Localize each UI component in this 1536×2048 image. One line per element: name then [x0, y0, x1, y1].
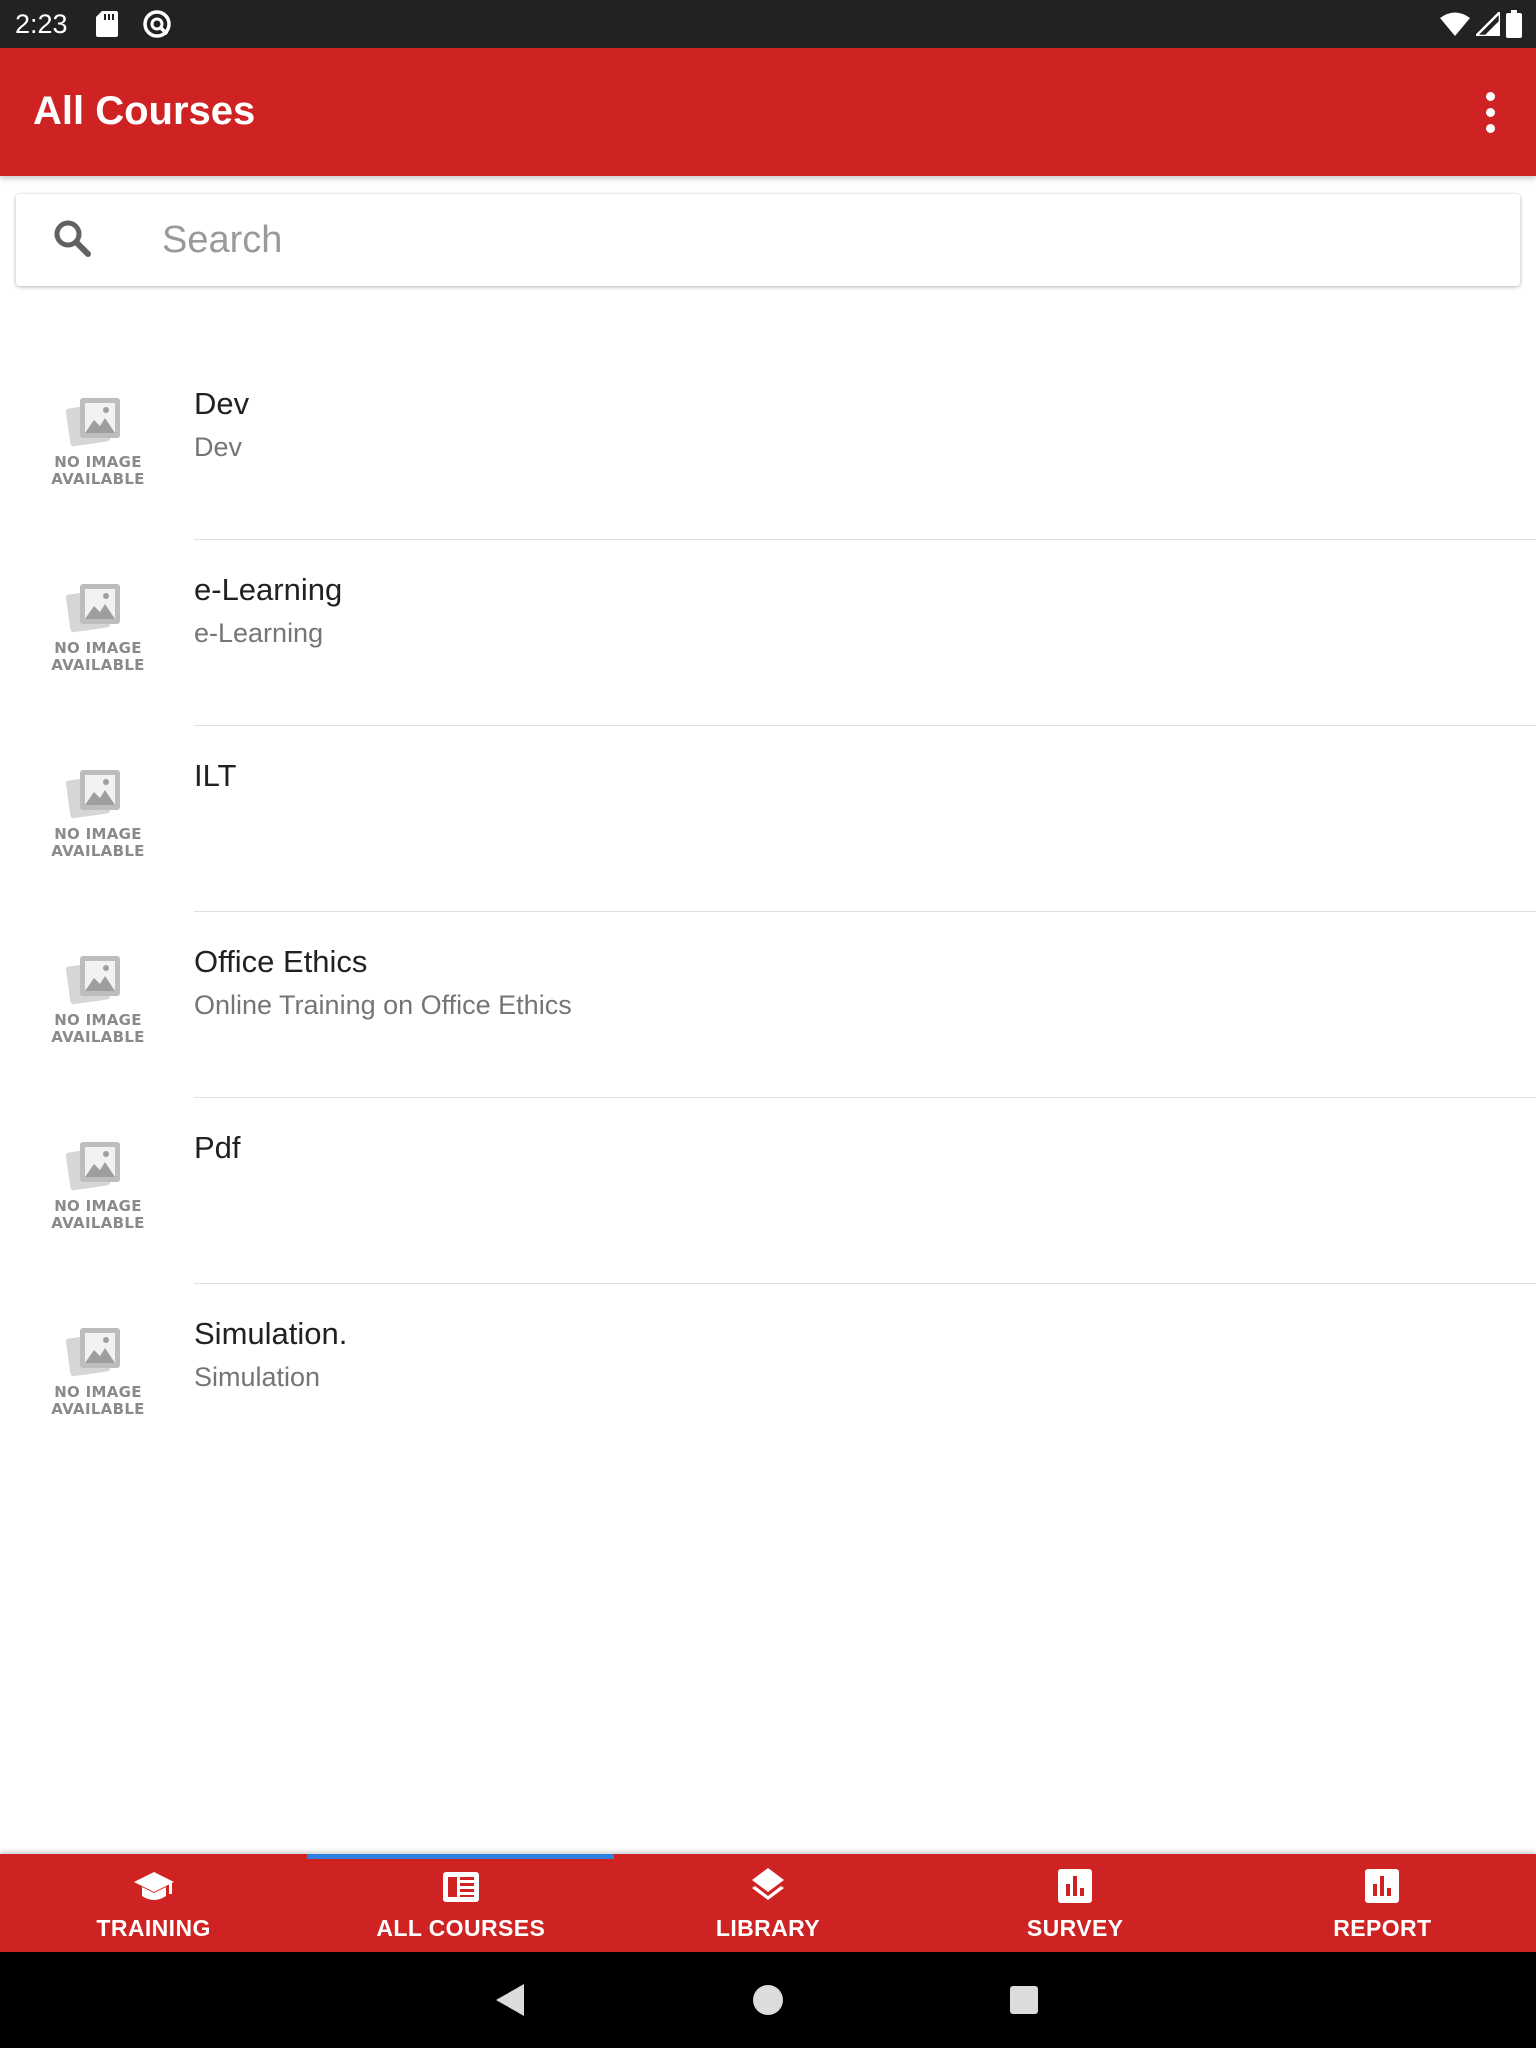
layers-icon: [751, 1868, 784, 1900]
course-item-ilt[interactable]: NO IMAGE AVAILABLE ILT: [0, 726, 1536, 912]
sd-card-icon: [96, 11, 118, 37]
no-image-line2: AVAILABLE: [51, 1400, 145, 1418]
nav-item-report[interactable]: REPORT: [1229, 1854, 1536, 1952]
course-subtitle: Dev: [194, 432, 243, 462]
no-image-placeholder: NO IMAGE AVAILABLE: [42, 766, 154, 866]
image-placeholder-icon: [66, 584, 120, 633]
no-image-line2: AVAILABLE: [51, 1028, 145, 1046]
menu-dot: [1485, 91, 1495, 101]
more-vert-icon[interactable]: [1466, 84, 1514, 140]
search-input[interactable]: [162, 208, 1482, 272]
nav-item-all-courses[interactable]: ALL COURSES: [307, 1854, 615, 1952]
menu-dot: [1485, 123, 1495, 133]
no-image-placeholder: NO IMAGE AVAILABLE: [42, 952, 154, 1052]
home-icon[interactable]: [753, 1985, 783, 2015]
course-item-pdf[interactable]: NO IMAGE AVAILABLE Pdf: [0, 1098, 1536, 1284]
no-image-line2: AVAILABLE: [51, 656, 145, 674]
no-image-line1: NO IMAGE: [54, 1011, 142, 1029]
bottom-navigation: TRAINING ALL COURSES LIBRARY SURVEY REPO…: [0, 1854, 1536, 1952]
status-indicators: [1440, 10, 1522, 38]
no-image-line1: NO IMAGE: [54, 825, 142, 843]
graduation-cap-icon: [133, 1872, 174, 1900]
no-image-placeholder: NO IMAGE AVAILABLE: [42, 1324, 154, 1424]
course-item-office-ethics[interactable]: NO IMAGE AVAILABLE Office Ethics Online …: [0, 912, 1536, 1098]
battery-icon: [1506, 10, 1522, 38]
no-image-placeholder: NO IMAGE AVAILABLE: [42, 394, 154, 494]
no-image-text: NO IMAGE AVAILABLE: [42, 1384, 154, 1418]
search-icon: [54, 220, 91, 257]
nav-item-training[interactable]: TRAINING: [0, 1854, 307, 1952]
menu-dot: [1485, 107, 1495, 117]
image-placeholder-icon: [66, 770, 120, 819]
course-title: Pdf: [194, 1130, 241, 1165]
nav-label: LIBRARY: [715, 1915, 821, 1941]
no-image-text: NO IMAGE AVAILABLE: [42, 640, 154, 674]
course-title: Simulation.: [194, 1316, 348, 1351]
recents-icon[interactable]: [1010, 1986, 1038, 2014]
no-image-line1: NO IMAGE: [54, 1383, 142, 1401]
no-image-text: NO IMAGE AVAILABLE: [42, 454, 154, 488]
image-placeholder-icon: [66, 956, 120, 1005]
no-image-text: NO IMAGE AVAILABLE: [42, 1012, 154, 1046]
no-image-text: NO IMAGE AVAILABLE: [42, 826, 154, 860]
nav-label: ALL COURSES: [376, 1915, 546, 1941]
search-bar[interactable]: [16, 194, 1520, 286]
course-list: NO IMAGE AVAILABLE Dev Dev NO IMAGE AVAI…: [0, 354, 1536, 1470]
nav-label: SURVEY: [1026, 1915, 1124, 1941]
bar-chart-icon: [1365, 1869, 1400, 1903]
page-title: All Courses: [33, 89, 256, 133]
bar-chart-icon: [1058, 1869, 1093, 1903]
course-item-dev[interactable]: NO IMAGE AVAILABLE Dev Dev: [0, 354, 1536, 540]
signal-icon: [1476, 12, 1500, 36]
status-bar: 2:23: [0, 0, 1536, 48]
nav-label: TRAINING: [96, 1915, 211, 1941]
course-subtitle: Simulation: [194, 1362, 321, 1392]
app-bar: All Courses: [0, 48, 1536, 176]
nav-item-library[interactable]: LIBRARY: [614, 1854, 921, 1952]
no-image-placeholder: NO IMAGE AVAILABLE: [42, 580, 154, 680]
no-image-placeholder: NO IMAGE AVAILABLE: [42, 1138, 154, 1238]
status-time: 2:23: [15, 9, 68, 39]
no-image-line1: NO IMAGE: [54, 639, 142, 657]
course-title: Office Ethics: [194, 944, 368, 979]
no-image-line2: AVAILABLE: [51, 470, 145, 488]
course-title: Dev: [194, 386, 250, 421]
no-image-line2: AVAILABLE: [51, 842, 145, 860]
wifi-icon: [1440, 12, 1470, 36]
course-title: ILT: [194, 758, 237, 793]
back-icon[interactable]: [494, 1982, 526, 2018]
image-placeholder-icon: [66, 398, 120, 447]
no-image-line1: NO IMAGE: [54, 1197, 142, 1215]
image-placeholder-icon: [66, 1142, 120, 1191]
system-navigation-bar: [0, 1952, 1536, 2048]
course-subtitle: Online Training on Office Ethics: [194, 990, 572, 1020]
nav-item-survey[interactable]: SURVEY: [922, 1854, 1229, 1952]
courses-list-icon: [442, 1872, 479, 1902]
course-subtitle: e-Learning: [194, 618, 324, 648]
screen: 2:23 All Courses Search NO IMAGE AVAILAB…: [0, 0, 1536, 2048]
course-item-e-learning[interactable]: NO IMAGE AVAILABLE e-Learning e-Learning: [0, 540, 1536, 726]
image-placeholder-icon: [66, 1328, 120, 1377]
no-image-line2: AVAILABLE: [51, 1214, 145, 1232]
no-image-text: NO IMAGE AVAILABLE: [42, 1198, 154, 1232]
nav-label: REPORT: [1333, 1915, 1432, 1941]
no-image-line1: NO IMAGE: [54, 453, 142, 471]
course-item-simulation[interactable]: NO IMAGE AVAILABLE Simulation. Simulatio…: [0, 1284, 1536, 1470]
course-title: e-Learning: [194, 572, 343, 607]
app-notification-icon: [143, 10, 171, 38]
